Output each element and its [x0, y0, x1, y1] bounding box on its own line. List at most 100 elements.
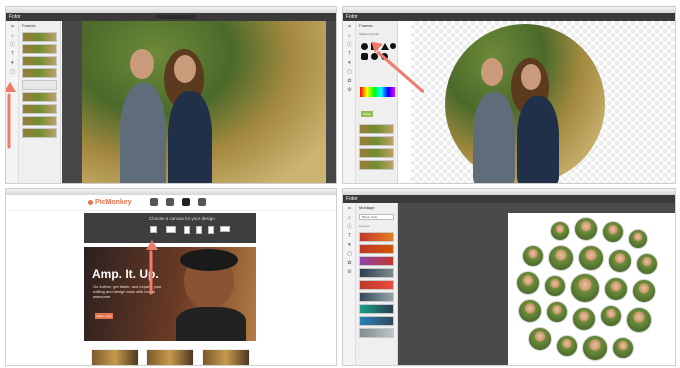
ratio-8x10[interactable]	[208, 226, 214, 234]
ratio-5x7[interactable]	[196, 226, 202, 234]
collage-photo[interactable]	[546, 301, 568, 323]
collage-photo[interactable]	[570, 273, 600, 303]
frame-thumb[interactable]	[22, 44, 57, 54]
layout-thumb[interactable]	[359, 256, 394, 266]
frame-thumb[interactable]	[22, 32, 57, 42]
sticker-icon[interactable]: ✿	[346, 260, 353, 266]
info-icon[interactable]: ⓘ	[9, 42, 16, 48]
collage-photo[interactable]	[626, 307, 652, 333]
frame-thumb[interactable]	[22, 116, 57, 126]
heart-shape[interactable]	[361, 53, 368, 60]
gear-icon[interactable]: ⚙	[346, 87, 353, 93]
star-shape[interactable]	[390, 43, 396, 49]
photo-person	[481, 58, 503, 86]
frame-thumb[interactable]	[359, 148, 394, 158]
text-icon[interactable]: T	[346, 51, 353, 57]
layout-thumb[interactable]	[359, 316, 394, 326]
frame-thumb[interactable]	[22, 104, 57, 114]
square-ratio[interactable]	[150, 226, 157, 233]
tool-sidebar: ⌗ ⌕ ⓘ T ♥ ▢ ✿ ⚙	[343, 21, 356, 183]
gear-icon[interactable]: ⚙	[346, 269, 353, 275]
frame-thumb[interactable]	[22, 80, 57, 90]
collage-photo[interactable]	[572, 307, 596, 331]
touch-up-icon[interactable]	[166, 198, 174, 206]
collage-photo[interactable]	[548, 245, 574, 271]
photo-person	[168, 91, 212, 183]
heart-icon[interactable]: ♥	[346, 242, 353, 248]
featured-thumb[interactable]	[146, 349, 194, 365]
crop-icon[interactable]: ⌗	[346, 206, 353, 212]
collage-photo[interactable]	[600, 305, 622, 327]
frame-thumb[interactable]	[22, 92, 57, 102]
ratio-4x6[interactable]	[184, 226, 190, 234]
frame-thumb[interactable]	[22, 68, 57, 78]
sticker-icon[interactable]: ✿	[346, 78, 353, 84]
collage-photo[interactable]	[522, 245, 544, 267]
frame-thumb[interactable]	[22, 56, 57, 66]
hero-subtitle: Go further, get faster, and expand your …	[93, 284, 162, 299]
couple-photo[interactable]	[82, 21, 326, 183]
collage-photo[interactable]	[604, 277, 628, 301]
frame-icon[interactable]: ▢	[346, 251, 353, 257]
collage-photo[interactable]	[636, 253, 658, 275]
text-icon[interactable]: T	[346, 233, 353, 239]
collage-photo[interactable]	[544, 275, 566, 297]
collage-photo[interactable]	[518, 299, 542, 323]
featured-thumb[interactable]	[91, 349, 139, 365]
collage-photo[interactable]	[578, 245, 604, 271]
zoom-icon[interactable]: ⌕	[346, 215, 353, 221]
collage-photo[interactable]	[582, 335, 608, 361]
photo-person	[517, 96, 559, 183]
info-icon[interactable]: ⓘ	[346, 224, 353, 230]
collage-photo[interactable]	[632, 279, 656, 303]
frame-thumb[interactable]	[359, 136, 394, 146]
hero-banner: Amp. It. Up. Go further, get faster, and…	[84, 247, 256, 341]
layout-thumb[interactable]	[359, 244, 394, 254]
frame-thumb[interactable]	[359, 160, 394, 170]
zoom-icon[interactable]: ⌕	[9, 33, 16, 39]
text-icon[interactable]: T	[9, 51, 16, 57]
info-icon[interactable]: ⓘ	[346, 42, 353, 48]
layout-thumb[interactable]	[359, 292, 394, 302]
apply-button[interactable]: Apply	[361, 111, 373, 117]
layout-thumb[interactable]	[359, 268, 394, 278]
screenshot-picmonkey: PicMonkey Choose a canvas for your desig…	[5, 188, 337, 366]
collage-photo[interactable]	[608, 249, 632, 273]
circle-collage[interactable]	[508, 213, 675, 365]
crop-icon[interactable]: ⌗	[346, 24, 353, 30]
learn-more-button[interactable]: Learn more	[95, 313, 113, 319]
picmonkey-logo[interactable]: PicMonkey	[88, 199, 132, 206]
custom-ratio[interactable]	[166, 226, 176, 233]
zoom-icon[interactable]: ⌕	[346, 33, 353, 39]
heart-icon[interactable]: ♥	[9, 60, 16, 66]
layout-thumb[interactable]	[359, 232, 394, 242]
layout-thumb[interactable]	[359, 328, 394, 338]
crop-icon[interactable]: ⌗	[9, 24, 16, 30]
frames-panel: Frames	[19, 21, 61, 183]
color-spectrum[interactable]	[360, 87, 395, 97]
facebook-ratio[interactable]	[220, 226, 230, 232]
photo-person	[174, 55, 196, 83]
layout-thumb[interactable]	[359, 280, 394, 290]
collage-photo[interactable]	[612, 337, 634, 359]
collage-photo[interactable]	[574, 217, 598, 241]
frame-icon[interactable]: ▢	[346, 69, 353, 75]
collage-icon[interactable]	[198, 198, 206, 206]
circle-cutout-photo[interactable]	[445, 24, 605, 183]
featured-thumb[interactable]	[202, 349, 250, 365]
frame-icon[interactable]: ▢	[9, 69, 16, 75]
collage-photo[interactable]	[528, 327, 552, 351]
collage-photo[interactable]	[556, 335, 578, 357]
collage-photo[interactable]	[628, 229, 648, 249]
edit-icon[interactable]	[150, 198, 158, 206]
collage-photo[interactable]	[516, 271, 540, 295]
frame-thumb[interactable]	[359, 124, 394, 134]
collage-photo[interactable]	[550, 221, 570, 241]
layout-dropdown[interactable]: Blank circle	[359, 214, 394, 220]
toolbar-controls[interactable]	[156, 15, 196, 19]
layout-thumb[interactable]	[359, 304, 394, 314]
design-icon[interactable]	[182, 198, 190, 206]
frame-thumb[interactable]	[22, 128, 57, 138]
collage-photo[interactable]	[602, 221, 624, 243]
heart-icon[interactable]: ♥	[346, 60, 353, 66]
